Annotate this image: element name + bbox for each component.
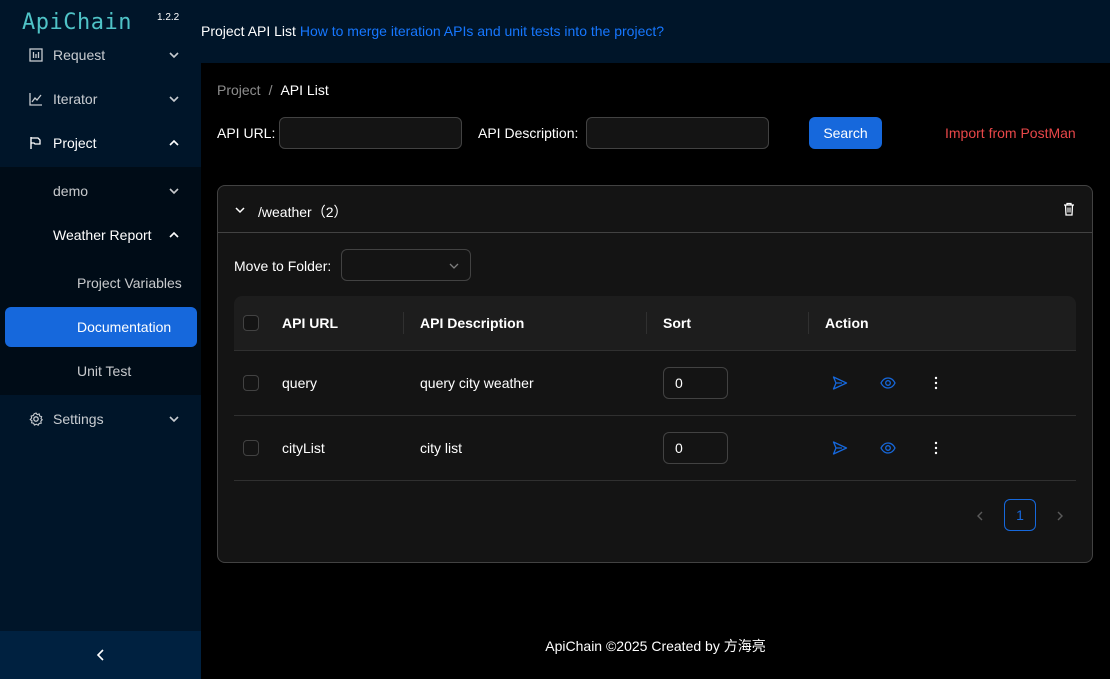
row-checkbox[interactable] — [243, 375, 259, 391]
column-header-api-url: API URL — [282, 315, 338, 331]
sidebar-item-project-variables[interactable]: Project Variables — [0, 263, 201, 303]
cell-api-description: query city weather — [420, 375, 534, 391]
sidebar-item-project[interactable]: Project — [0, 123, 201, 163]
breadcrumb-project[interactable]: Project — [217, 82, 261, 98]
eye-icon[interactable] — [880, 440, 896, 456]
sidebar-item-label: Documentation — [77, 319, 172, 335]
more-icon[interactable] — [928, 440, 944, 456]
select-all-checkbox[interactable] — [243, 315, 259, 331]
sidebar-item-iterator[interactable]: Iterator — [0, 79, 201, 119]
api-url-label: API URL: — [217, 125, 276, 141]
bar-chart-icon — [28, 47, 44, 63]
folder-panel-header[interactable]: /weather（2） — [218, 186, 1092, 233]
pagination-page-1[interactable]: 1 — [1004, 499, 1036, 531]
flag-icon — [28, 135, 44, 151]
sidebar-item-documentation[interactable]: Documentation — [5, 307, 197, 347]
sidebar-item-unit-test[interactable]: Unit Test — [0, 351, 201, 391]
sidebar-item-label: Settings — [53, 411, 104, 427]
sidebar-item-demo[interactable]: demo — [0, 171, 201, 211]
gear-icon — [28, 411, 44, 427]
api-description-input[interactable] — [586, 117, 769, 149]
column-header-sort: Sort — [663, 315, 691, 331]
chevron-down-icon — [169, 96, 179, 103]
api-url-input[interactable] — [279, 117, 462, 149]
folder-panel: /weather（2） Move to Folder: API URL API … — [217, 185, 1093, 563]
search-button[interactable]: Search — [809, 117, 882, 149]
column-header-api-description: API Description — [420, 315, 525, 331]
help-link[interactable]: How to merge iteration APIs and unit tes… — [300, 23, 664, 39]
header-title: Project API List How to merge iteration … — [201, 23, 664, 39]
column-divider — [808, 312, 809, 334]
send-icon[interactable] — [832, 375, 848, 391]
sidebar-item-label: Project Variables — [77, 275, 182, 291]
folder-title: /weather（2） — [258, 204, 348, 220]
cell-api-description: city list — [420, 440, 462, 456]
app-logo: ApiChain — [22, 10, 132, 35]
chevron-up-icon — [169, 139, 179, 146]
chevron-down-icon — [449, 263, 459, 269]
sidebar-item-label: Iterator — [53, 91, 98, 107]
page-header: Project API List How to merge iteration … — [201, 0, 1110, 63]
sidebar-item-request[interactable]: Request — [0, 35, 201, 75]
sidebar-item-weather-report[interactable]: Weather Report — [0, 215, 201, 255]
move-to-folder-select[interactable] — [341, 249, 471, 281]
row-checkbox[interactable] — [243, 440, 259, 456]
page-title: Project API List — [201, 23, 296, 39]
chevron-down-icon[interactable] — [234, 204, 246, 216]
chevron-down-icon — [169, 416, 179, 423]
breadcrumb-current: API List — [280, 82, 329, 98]
column-header-action: Action — [825, 315, 869, 331]
import-postman-link[interactable]: Import from PostMan — [945, 125, 1076, 141]
cell-api-url: cityList — [282, 440, 325, 456]
cell-api-url: query — [282, 375, 318, 391]
api-description-label: API Description: — [478, 125, 579, 141]
main-content: Project / API List API URL: API Descriptio… — [201, 63, 1110, 679]
more-icon[interactable] — [928, 375, 944, 391]
sort-input[interactable]: 0 — [663, 367, 728, 399]
pagination-prev-icon[interactable] — [974, 510, 986, 522]
chevron-down-icon — [169, 188, 179, 195]
footer: ApiChain ©2025 Created by 方海亮 — [545, 638, 766, 654]
sidebar-item-label: Weather Report — [53, 227, 152, 243]
table-header: API URL API Description Sort Action — [234, 296, 1076, 351]
sidebar-item-settings[interactable]: Settings — [0, 399, 201, 439]
app-version: 1.2.2 — [157, 12, 180, 23]
breadcrumb: Project / API List — [217, 82, 329, 98]
column-divider — [403, 312, 404, 334]
sidebar-item-label: Request — [53, 47, 106, 63]
table-row: cityList city list 0 — [234, 416, 1076, 481]
line-chart-icon — [28, 91, 44, 107]
sidebar-collapse-button[interactable] — [0, 631, 201, 679]
table-row: query query city weather 0 — [234, 351, 1076, 416]
pagination-next-icon[interactable] — [1054, 510, 1066, 522]
move-to-folder-label: Move to Folder: — [234, 258, 332, 274]
sidebar-item-label: demo — [53, 183, 89, 199]
chevron-up-icon — [169, 231, 179, 238]
breadcrumb-separator: / — [268, 82, 273, 98]
sidebar: ApiChain 1.2.2 Request Iterator Project … — [0, 0, 201, 679]
sort-input[interactable]: 0 — [663, 432, 728, 464]
sidebar-item-label: Project — [53, 135, 97, 151]
send-icon[interactable] — [832, 440, 848, 456]
sidebar-item-label: Unit Test — [77, 363, 132, 379]
eye-icon[interactable] — [880, 375, 896, 391]
chevron-down-icon — [169, 52, 179, 59]
trash-icon[interactable] — [1061, 201, 1077, 217]
chevron-left-icon — [96, 649, 104, 661]
column-divider — [646, 312, 647, 334]
